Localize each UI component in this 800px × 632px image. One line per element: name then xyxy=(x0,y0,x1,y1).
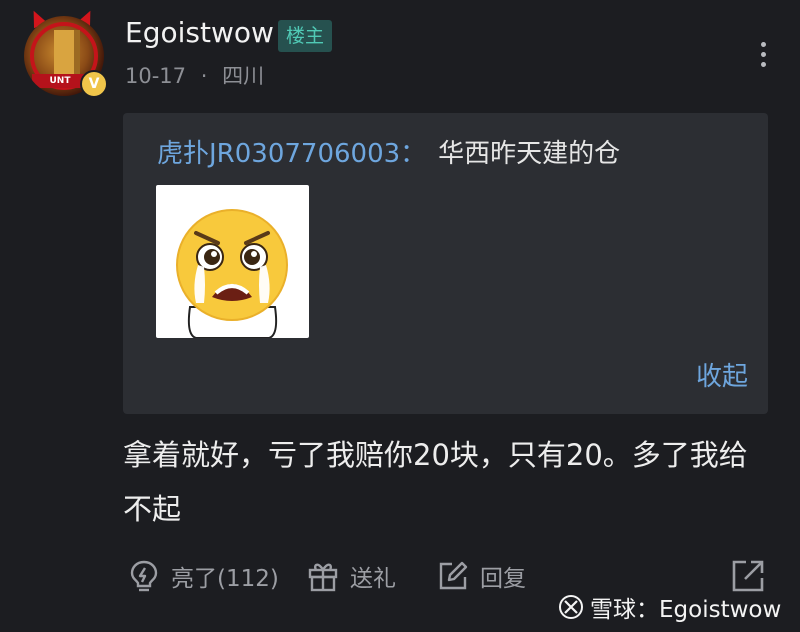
collapse-button[interactable]: 收起 xyxy=(696,356,748,393)
quote-text: 华西昨天建的仓 xyxy=(438,139,621,169)
verified-badge-icon: V xyxy=(80,70,108,98)
thread-owner-badge: 楼主 xyxy=(278,20,333,52)
post-meta: 10-17 · 四川 xyxy=(125,60,264,90)
edit-icon xyxy=(439,561,468,590)
meta-separator: · xyxy=(200,64,208,88)
snowball-logo-icon xyxy=(559,595,583,619)
lightbulb-icon xyxy=(130,560,158,592)
gift-label: 送礼 xyxy=(350,566,396,592)
like-button[interactable]: 亮了(112) xyxy=(127,556,279,596)
share-icon[interactable] xyxy=(730,558,766,594)
avatar[interactable]: UNT V xyxy=(24,7,108,98)
gift-icon xyxy=(308,563,338,592)
quote-user-link[interactable]: 虎扑JR0307706003： xyxy=(157,139,426,169)
watermark-text: 雪球：Egoistwow xyxy=(590,597,782,623)
quote-line: 虎扑JR0307706003： 华西昨天建的仓 xyxy=(157,133,620,170)
post-location: 四川 xyxy=(222,64,265,88)
post-date: 10-17 xyxy=(125,64,187,88)
avatar-letter xyxy=(54,30,80,74)
author-name[interactable]: Egoistwow xyxy=(125,16,274,49)
crying-face-sticker-icon[interactable] xyxy=(156,185,309,338)
like-count: 亮了(112) xyxy=(171,566,279,592)
post-body: 拿着就好，亏了我赔你20块，只有20。多了我给不起 xyxy=(123,438,748,526)
reply-label: 回复 xyxy=(480,566,526,592)
watermark: 雪球：Egoistwow xyxy=(558,590,781,624)
gift-button[interactable]: 送礼 xyxy=(306,556,396,596)
reply-button[interactable]: 回复 xyxy=(436,556,526,596)
more-options-icon[interactable] xyxy=(758,42,768,72)
